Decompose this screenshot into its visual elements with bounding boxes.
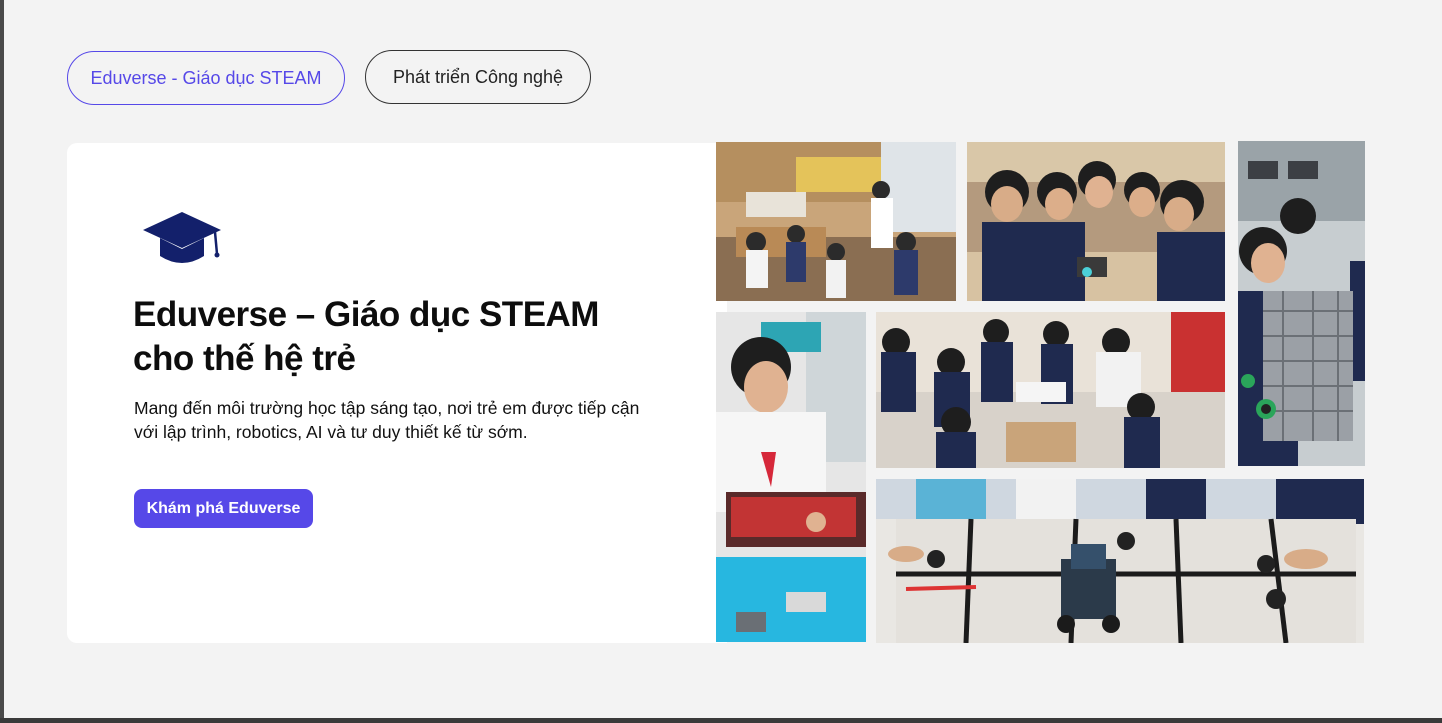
hero-title: Eduverse – Giáo dục STEAM cho thế hệ trẻ xyxy=(133,293,693,381)
group-building-photo xyxy=(876,312,1225,468)
hero-description: Mang đến môi trường học tập sáng tạo, nơ… xyxy=(134,396,714,444)
students-robot-photo xyxy=(967,142,1225,301)
hero-description-line2: với lập trình, robotics, AI và tư duy th… xyxy=(134,422,528,442)
window-bottom-edge xyxy=(0,718,1442,723)
explore-eduverse-button[interactable]: Khám phá Eduverse xyxy=(134,489,313,528)
classroom-photo xyxy=(716,142,956,301)
student-robot-arm-photo xyxy=(1238,141,1365,466)
hero-title-line2: cho thế hệ trẻ xyxy=(133,339,356,378)
hero-title-line1: Eduverse – Giáo dục STEAM xyxy=(133,295,599,334)
tab-technology-development[interactable]: Phát triển Công nghệ xyxy=(365,50,591,104)
window-left-edge xyxy=(0,0,4,723)
tab-eduverse-steam[interactable]: Eduverse - Giáo dục STEAM xyxy=(67,51,345,105)
student-workshop-photo xyxy=(716,312,866,642)
hero-description-line1: Mang đến môi trường học tập sáng tạo, nơ… xyxy=(134,398,640,418)
hero-card: Eduverse – Giáo dục STEAM cho thế hệ trẻ… xyxy=(67,143,727,643)
graduation-cap-icon xyxy=(141,210,223,266)
vex-field-photo xyxy=(876,479,1364,643)
